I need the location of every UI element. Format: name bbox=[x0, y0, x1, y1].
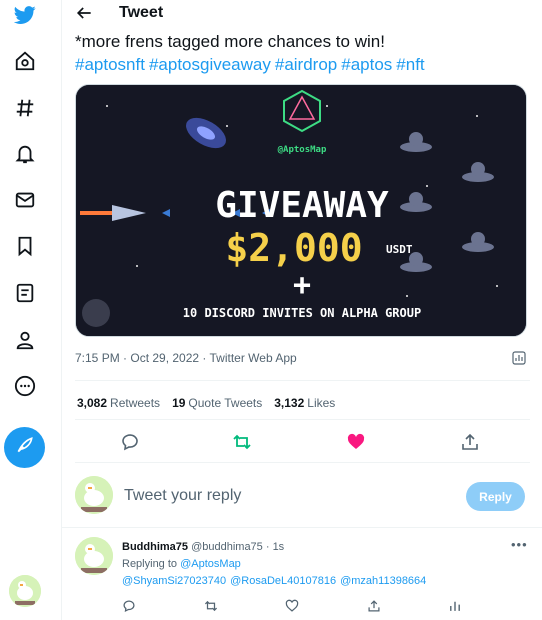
divider bbox=[75, 419, 530, 420]
page-title: Tweet bbox=[119, 4, 164, 21]
tweet-stats: 3,082 Retweets 19 Quote Tweets 3,132 Likes bbox=[77, 396, 335, 410]
tweet-text: *more frens tagged more chances to win! … bbox=[75, 30, 535, 76]
sidebar bbox=[0, 0, 50, 620]
reply-icon[interactable] bbox=[120, 432, 140, 452]
banner-currency: USDT bbox=[386, 243, 413, 256]
reply-mentions: @ShyamSi27023740 @RosaDeL40107816 @mzah113… bbox=[122, 575, 430, 587]
retweet-icon[interactable] bbox=[232, 432, 252, 452]
reply-button[interactable]: Reply bbox=[466, 482, 525, 511]
notifications-bell-icon[interactable] bbox=[10, 139, 40, 169]
lists-icon[interactable] bbox=[10, 278, 40, 308]
reply-author[interactable]: Buddhima75 @buddhima75 · 1s bbox=[122, 541, 284, 553]
tweet-timestamp[interactable]: 7:15 PM · Oct 29, 2022 · Twitter Web App bbox=[75, 351, 297, 365]
tweet-detail-column: Tweet *more frens tagged more chances to… bbox=[61, 0, 542, 620]
composer-avatar[interactable] bbox=[75, 476, 113, 514]
reply-author-handle: @buddhima75 · 1s bbox=[191, 541, 285, 553]
back-arrow-icon[interactable] bbox=[74, 3, 94, 23]
retweet-icon[interactable] bbox=[204, 599, 218, 613]
tweet-actions bbox=[62, 430, 542, 454]
tweet-media-image[interactable]: @AptosMap GIVEAWAY $2,000 USDT + 10 DISC… bbox=[75, 84, 527, 337]
tweet-body: *more frens tagged more chances to win! bbox=[75, 32, 385, 51]
hashtag-list: #aptosnft #aptosgiveaway #airdrop #aptos #nf… bbox=[75, 53, 535, 76]
explore-hash-icon[interactable] bbox=[10, 93, 40, 123]
reply-icon[interactable] bbox=[122, 599, 136, 613]
analytics-icon[interactable] bbox=[448, 599, 462, 613]
banner-amount: $2,000 bbox=[225, 226, 362, 270]
mention-link[interactable]: @ShyamSi27023740 bbox=[122, 575, 226, 587]
divider bbox=[75, 380, 530, 381]
compose-tweet-button[interactable] bbox=[4, 427, 45, 468]
home-icon[interactable] bbox=[10, 46, 40, 76]
messages-envelope-icon[interactable] bbox=[10, 185, 40, 215]
more-options-icon[interactable]: ••• bbox=[511, 537, 528, 552]
like-heart-icon[interactable] bbox=[285, 599, 299, 613]
reply-author-avatar[interactable] bbox=[75, 537, 113, 575]
share-icon[interactable] bbox=[367, 599, 381, 613]
quote-tweets-stat[interactable]: 19 Quote Tweets bbox=[172, 396, 262, 410]
retweets-stat[interactable]: 3,082 Retweets bbox=[77, 396, 160, 410]
reply-tweet[interactable]: Buddhima75 @buddhima75 · 1s ••• Replying… bbox=[62, 529, 542, 620]
more-icon[interactable] bbox=[10, 371, 40, 401]
bookmarks-icon[interactable] bbox=[10, 231, 40, 261]
twitter-logo-icon[interactable] bbox=[10, 0, 40, 30]
banner-plus: + bbox=[293, 268, 311, 303]
giveaway-banner: @AptosMap GIVEAWAY $2,000 USDT + 10 DISC… bbox=[76, 85, 526, 336]
likes-stat[interactable]: 3,132 Likes bbox=[274, 396, 335, 410]
replying-to-label: Replying to bbox=[122, 558, 178, 570]
banner-headline: GIVEAWAY bbox=[215, 185, 389, 226]
reply-author-name[interactable]: Buddhima75 bbox=[122, 541, 188, 553]
reply-input[interactable]: Tweet your reply bbox=[124, 487, 241, 505]
analytics-icon[interactable] bbox=[512, 351, 528, 367]
like-heart-icon[interactable] bbox=[346, 432, 366, 452]
hashtag-link[interactable]: #aptos bbox=[341, 55, 392, 74]
banner-subline: 10 DISCORD INVITES ON ALPHA GROUP bbox=[183, 306, 421, 320]
reply-composer: Tweet your reply Reply bbox=[62, 466, 542, 528]
profile-icon[interactable] bbox=[10, 325, 40, 355]
hashtag-link[interactable]: #airdrop bbox=[275, 55, 337, 74]
account-avatar[interactable] bbox=[9, 575, 41, 607]
share-icon[interactable] bbox=[460, 432, 480, 452]
hashtag-link[interactable]: #aptosnft bbox=[75, 55, 145, 74]
reply-tweet-actions bbox=[62, 599, 542, 617]
header: Tweet bbox=[62, 0, 542, 27]
compose-feather-icon bbox=[15, 435, 35, 460]
mention-link[interactable]: @RosaDeL40107816 bbox=[230, 575, 336, 587]
hashtag-link[interactable]: #aptosgiveaway bbox=[149, 55, 271, 74]
replying-to: Replying to @AptosMap bbox=[122, 558, 241, 570]
replying-to-link[interactable]: @AptosMap bbox=[180, 558, 241, 570]
hashtag-link[interactable]: #nft bbox=[396, 55, 424, 74]
mention-link[interactable]: @mzah11398664 bbox=[340, 575, 426, 587]
banner-brand-handle: @AptosMap bbox=[278, 145, 327, 155]
divider bbox=[75, 462, 530, 463]
